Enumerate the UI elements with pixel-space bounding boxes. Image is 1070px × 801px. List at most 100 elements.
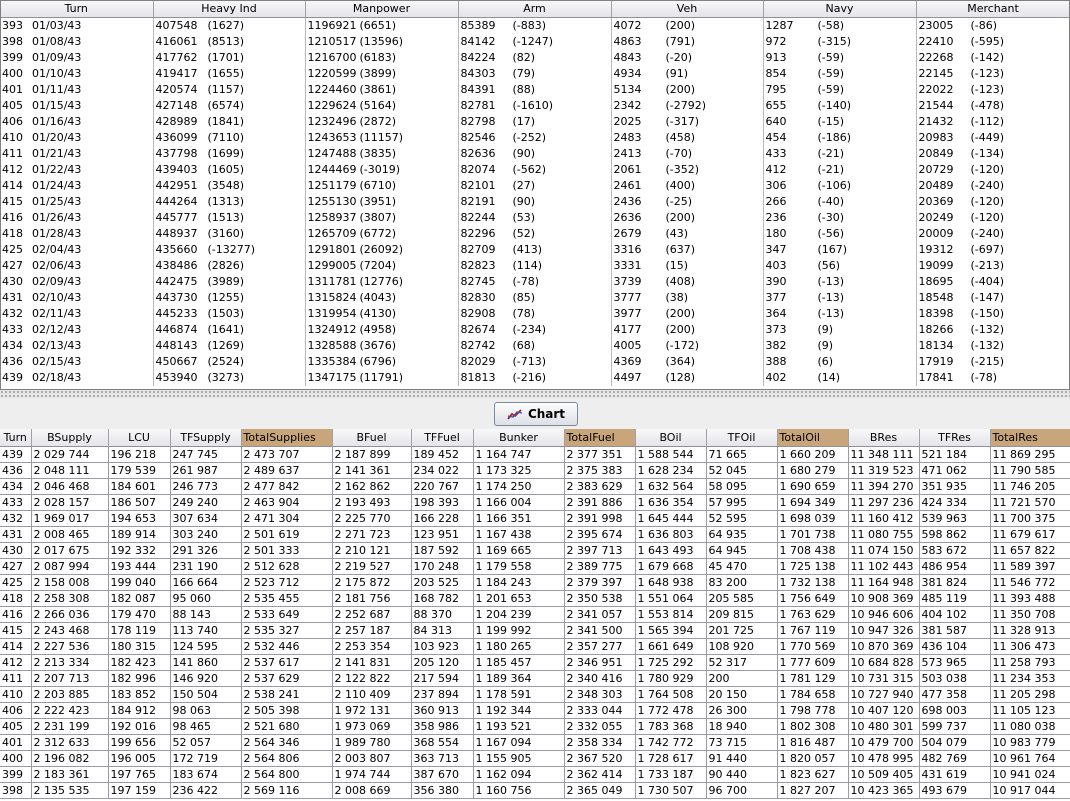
column-header-totaloil[interactable]: TotalOil — [777, 429, 849, 447]
table-row[interactable]: 416 01/26/43 445777 (1513) 1258937 (3807) 8224… — [0, 210, 1070, 226]
table-row[interactable]: 418 01/28/43 448937 (3160) 1265709 (6772) 8229… — [0, 226, 1070, 242]
column-header-tfoil[interactable]: TFOil — [706, 429, 778, 447]
totaloil-cell: 1 701 738 — [777, 526, 849, 543]
table-row[interactable]: 401 01/11/43 420574 (1157) 1224460 (3861) 8439… — [0, 82, 1070, 98]
heavy-ind-value: 427148 — [155, 99, 198, 112]
column-header-lcu[interactable]: LCU — [108, 429, 171, 447]
chart-button[interactable]: Chart — [494, 402, 578, 426]
table-row[interactable]: 436 2 048 111 179 539 261 987 2 489 637 2 141… — [0, 462, 1070, 479]
table-row[interactable]: 412 2 213 334 182 423 141 860 2 537 617 2 141… — [0, 654, 1070, 671]
table-row[interactable]: 436 02/15/43 450667 (2524) 1335384 (6796) 8202… — [0, 354, 1070, 370]
column-header-totalres[interactable]: TotalRes — [990, 429, 1070, 447]
table-row[interactable]: 431 02/10/43 443730 (1255) 1315824 (4043) 8283… — [0, 290, 1070, 306]
turn-cell: 439 02/18/43 — [0, 370, 154, 386]
veh-value: 4863 — [613, 35, 642, 48]
navy-cell: 655 (-140) — [763, 98, 917, 114]
table-row[interactable]: 393 01/03/43 407548 (1627) 1196921 (6651) 8538… — [0, 17, 1070, 34]
table-row[interactable]: 439 2 029 744 196 218 247 745 2 473 707 2 187… — [0, 446, 1070, 463]
column-header-totalfuel[interactable]: TotalFuel — [564, 429, 636, 447]
veh-value: 4005 — [613, 339, 642, 352]
table-row[interactable]: 432 1 969 017 194 653 307 634 2 471 304 2 225… — [0, 510, 1070, 527]
table-row[interactable]: 411 2 207 713 182 996 146 920 2 537 629 2 122… — [0, 670, 1070, 687]
tfsupply-cell: 172 719 — [170, 750, 242, 767]
arm-cell: 82101 (27) — [458, 178, 612, 194]
column-header-veh[interactable]: Veh — [611, 0, 764, 18]
manpower-delta: (26092) — [359, 243, 404, 256]
merchant-delta: (-147) — [970, 291, 1005, 304]
column-header-bsupply[interactable]: BSupply — [31, 429, 109, 447]
merchant-cell: 17841 (-78) — [916, 370, 1070, 386]
table-row[interactable]: 415 01/25/43 444264 (1313) 1255130 (3951) 8219… — [0, 194, 1070, 210]
table-row[interactable]: 425 2 158 008 199 040 166 664 2 523 712 2 175… — [0, 574, 1070, 591]
column-header-navy[interactable]: Navy — [763, 0, 917, 18]
column-header-arm[interactable]: Arm — [458, 0, 612, 18]
bunker-cell: 1 184 243 — [473, 574, 565, 591]
table-row[interactable]: 405 2 231 199 192 016 98 465 2 521 680 1 973 … — [0, 718, 1070, 735]
column-header-tffuel[interactable]: TFFuel — [411, 429, 474, 447]
column-header-bres[interactable]: BRes — [848, 429, 920, 447]
heavy-ind-value: 439403 — [155, 163, 198, 176]
veh-value: 2679 — [613, 227, 642, 240]
table-row[interactable]: 405 01/15/43 427148 (6574) 1229624 (5164) 8278… — [0, 98, 1070, 114]
table-row[interactable]: 406 01/16/43 428989 (1841) 1232496 (2872) 8279… — [0, 114, 1070, 130]
turn-number: 410 — [2, 131, 23, 144]
arm-delta: (-234) — [512, 323, 547, 336]
column-header-boil[interactable]: BOil — [635, 429, 707, 447]
arm-value: 82830 — [460, 291, 496, 304]
column-header-turn[interactable]: Turn — [0, 0, 154, 18]
column-header-totalsupplies[interactable]: TotalSupplies — [241, 429, 333, 447]
table-row[interactable]: 430 02/09/43 442475 (3989) 1311781 (12776) 827… — [0, 274, 1070, 290]
table-row[interactable]: 434 02/13/43 448143 (1269) 1328588 (3676) 8274… — [0, 338, 1070, 354]
table-row[interactable]: 410 2 203 885 183 852 150 504 2 538 241 2 110… — [0, 686, 1070, 703]
manpower-value: 1247488 — [307, 147, 357, 160]
table-row[interactable]: 427 2 087 994 193 444 231 190 2 512 628 2 219… — [0, 558, 1070, 575]
bunker-cell: 1 180 265 — [473, 638, 565, 655]
turn-number: 415 — [2, 195, 23, 208]
column-header-tfsupply[interactable]: TFSupply — [170, 429, 242, 447]
table-row[interactable]: 401 2 312 633 199 656 52 057 2 564 346 1 989 … — [0, 734, 1070, 751]
table-row[interactable]: 399 2 183 361 197 765 183 674 2 564 800 1 974… — [0, 766, 1070, 783]
totalfuel-cell: 2 383 629 — [564, 478, 636, 495]
table-row[interactable]: 433 2 028 157 186 507 249 240 2 463 904 2 193… — [0, 494, 1070, 511]
column-header-turn[interactable]: Turn — [0, 429, 32, 447]
table-row[interactable]: 400 2 196 082 196 005 172 719 2 564 806 2 003… — [0, 750, 1070, 767]
column-header-merchant[interactable]: Merchant — [916, 0, 1070, 18]
panel-splitter[interactable] — [0, 390, 1070, 398]
table-row[interactable]: 425 02/04/43 435660 (-13277) 1291801 (26092) 8… — [0, 242, 1070, 258]
table-row[interactable]: 433 02/12/43 446874 (1641) 1324912 (4958) 8267… — [0, 322, 1070, 338]
navy-delta: (-59) — [817, 83, 845, 96]
table-row[interactable]: 432 02/11/43 445233 (1503) 1319954 (4130) 8290… — [0, 306, 1070, 322]
table-row[interactable]: 418 2 258 308 182 087 95 060 2 535 455 2 181 … — [0, 590, 1070, 607]
table-row[interactable]: 439 02/18/43 453940 (3273) 1347175 (11791) 818… — [0, 370, 1070, 386]
arm-cell: 82908 (78) — [458, 306, 612, 322]
column-header-bfuel[interactable]: BFuel — [332, 429, 412, 447]
table-row[interactable]: 416 2 266 036 179 470 88 143 2 533 649 2 252 … — [0, 606, 1070, 623]
table-row[interactable]: 410 01/20/43 436099 (7110) 1243653 (11157) 825… — [0, 130, 1070, 146]
table-row[interactable]: 427 02/06/43 438486 (2826) 1299005 (7204) 8282… — [0, 258, 1070, 274]
table-row[interactable]: 414 2 227 536 180 315 124 595 2 532 446 2 253… — [0, 638, 1070, 655]
bunker-cell: 1 189 364 — [473, 670, 565, 687]
column-header-bunker[interactable]: Bunker — [473, 429, 565, 447]
table-row[interactable]: 398 01/08/43 416061 (8513) 1210517 (13596) 841… — [0, 34, 1070, 50]
navy-delta: (-13) — [817, 291, 845, 304]
column-header-manpower[interactable]: Manpower — [305, 0, 459, 18]
arm-delta: (52) — [512, 227, 536, 240]
chart-line-icon — [507, 409, 523, 420]
table-row[interactable]: 400 01/10/43 419417 (1655) 1220599 (3899) 8430… — [0, 66, 1070, 82]
table-row[interactable]: 412 01/22/43 439403 (1605) 1244469 (-3019) 820… — [0, 162, 1070, 178]
column-header-heavy-ind[interactable]: Heavy Ind — [153, 0, 306, 18]
table-row[interactable]: 415 2 243 468 178 119 113 740 2 535 327 2 257… — [0, 622, 1070, 639]
table-row[interactable]: 399 01/09/43 417762 (1701) 1216700 (6183) 8422… — [0, 50, 1070, 66]
table-row[interactable]: 430 2 017 675 192 332 291 326 2 501 333 2 210… — [0, 542, 1070, 559]
turn-history-panel: Turn Heavy Ind Manpower Arm Veh Navy Merchant … — [0, 0, 1070, 390]
column-header-tfres[interactable]: TFRes — [919, 429, 991, 447]
table-row[interactable]: 411 01/21/43 437798 (1699) 1247488 (3835) 8263… — [0, 146, 1070, 162]
merchant-delta: (-478) — [970, 99, 1005, 112]
bfuel-cell: 2 219 527 — [332, 558, 412, 575]
table-row[interactable]: 434 2 046 468 184 601 246 773 2 477 842 2 162… — [0, 478, 1070, 495]
table-row[interactable]: 398 2 135 535 197 159 236 422 2 569 116 2 008… — [0, 782, 1070, 799]
table-row[interactable]: 431 2 008 465 189 914 303 240 2 501 619 2 271… — [0, 526, 1070, 543]
turn-date: 02/11/43 — [32, 307, 82, 320]
table-row[interactable]: 406 2 222 423 184 912 98 063 2 505 398 1 972 … — [0, 702, 1070, 719]
table-row[interactable]: 414 01/24/43 442951 (3548) 1251179 (6710) 8210… — [0, 178, 1070, 194]
